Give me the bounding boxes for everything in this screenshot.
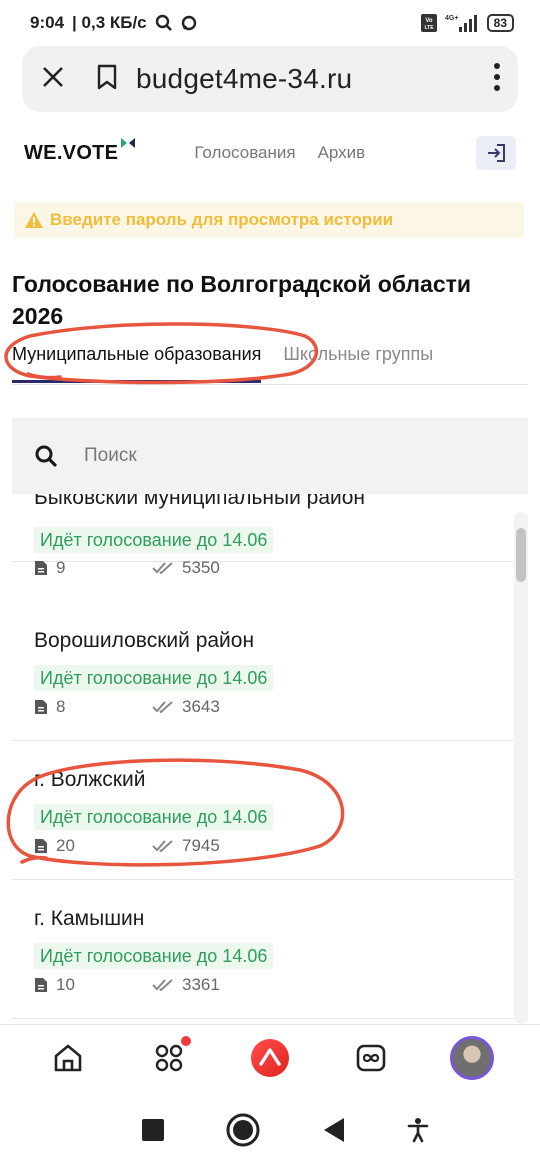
list-item[interactable]: г. Волжский Идёт голосование до 14.06 20… [12, 742, 516, 880]
scrollbar-thumb[interactable] [516, 528, 526, 582]
status-speed: | 0,3 КБ/с [72, 13, 147, 32]
main-nav: Голосования Архив [194, 143, 365, 163]
avatar [449, 1035, 494, 1080]
close-icon[interactable] [40, 64, 66, 95]
double-check-icon [152, 840, 173, 853]
alice-assistant-icon [250, 1038, 289, 1077]
votes-count: 7945 [182, 836, 220, 855]
logo-text: WE.VOTE [24, 141, 119, 164]
alice-button[interactable] [246, 1034, 294, 1082]
site-logo[interactable]: WE.VOTE [24, 137, 136, 165]
document-icon [35, 978, 47, 992]
url-text[interactable]: budget4me-34.ru [136, 63, 352, 95]
browser-bottom-bar [0, 1024, 540, 1090]
status-time: 9:04 [30, 13, 65, 32]
system-nav-bar [0, 1090, 540, 1170]
accessibility-icon[interactable] [407, 1117, 429, 1143]
apps-button[interactable] [145, 1034, 193, 1082]
logo-bowtie-icon [120, 132, 136, 155]
signal-icon: 4G+ [445, 13, 479, 33]
item-stats: 10 3361 [34, 975, 220, 995]
item-title: г. Камышин [34, 907, 145, 930]
docs-count: 20 [56, 836, 75, 855]
docs-count: 8 [56, 697, 66, 716]
status-badge: Идёт голосование до 14.06 [34, 665, 274, 691]
chat-bubble-icon [181, 15, 197, 31]
votes-count: 3361 [182, 975, 220, 994]
nav-votings[interactable]: Голосования [194, 143, 295, 163]
item-stats: 8 3643 [34, 697, 220, 717]
battery-indicator: 83 [486, 14, 514, 32]
browser-address-bar: budget4me-34.ru [22, 46, 518, 112]
item-title: Ворошиловский район [34, 629, 255, 652]
document-icon [35, 839, 47, 853]
double-check-icon [152, 562, 173, 575]
docs-count: 10 [56, 975, 75, 994]
home-icon [55, 1044, 82, 1071]
status-badge: Идёт голосование до 14.06 [34, 804, 274, 830]
list-item[interactable]: г. Камышин Идёт голосование до 14.06 10 … [12, 881, 516, 1019]
bookmark-icon[interactable] [96, 64, 118, 95]
search-box [12, 418, 528, 494]
history-warning-banner: Введите пароль для просмотра истории [14, 202, 524, 238]
tab-municipal[interactable]: Муниципальные образования [12, 340, 262, 383]
svg-text:Vo: Vo [425, 18, 433, 24]
home-button[interactable] [44, 1034, 92, 1082]
login-icon [488, 144, 505, 162]
municipality-list: Быковский муниципальный район Идёт голос… [12, 494, 516, 1024]
tabs: Муниципальные образования Школьные групп… [12, 340, 532, 384]
votes-count: 3643 [182, 697, 220, 716]
double-check-icon [152, 701, 173, 714]
page-title: Голосование по Волгоградской области 202… [12, 271, 472, 329]
login-button[interactable] [476, 136, 516, 170]
recents-icon[interactable] [141, 1118, 165, 1142]
list-item[interactable]: Ворошиловский район Идёт голосование до … [12, 603, 516, 741]
back-icon[interactable] [322, 1117, 346, 1143]
profile-button[interactable] [448, 1034, 496, 1082]
volte-icon: Vo LTE [420, 14, 437, 32]
warning-text: Введите пароль для просмотра истории [50, 210, 394, 229]
status-badge: Идёт голосование до 14.06 [34, 527, 274, 553]
tabs-button[interactable] [347, 1034, 395, 1082]
warning-icon [25, 212, 43, 228]
nav-archive[interactable]: Архив [318, 143, 366, 163]
list-item[interactable]: Быковский муниципальный район Идёт голос… [12, 494, 516, 577]
votes-count: 5350 [182, 558, 220, 577]
double-check-icon [152, 979, 173, 992]
item-stats: 9 5350 [34, 558, 220, 578]
infinity-tabs-icon [356, 1044, 386, 1071]
docs-count: 9 [56, 558, 66, 577]
item-stats: 20 7945 [34, 836, 220, 856]
svg-text:4G+: 4G+ [445, 15, 458, 22]
notification-dot [181, 1035, 192, 1046]
document-icon [35, 700, 47, 714]
svg-text:LTE: LTE [424, 25, 434, 31]
search-icon [155, 14, 173, 32]
more-vert-icon[interactable] [492, 62, 502, 97]
item-title: Быковский муниципальный район [34, 494, 366, 509]
status-bar: 9:04 | 0,3 КБ/с Vo LTE 4G+ 83 [0, 0, 540, 46]
home-circle-icon[interactable] [226, 1113, 260, 1147]
search-input[interactable] [84, 445, 464, 467]
tab-school-groups[interactable]: Школьные группы [283, 340, 433, 368]
site-header: WE.VOTE Голосования Архив [0, 124, 540, 182]
document-icon [35, 561, 47, 575]
grid-icon [155, 1044, 183, 1071]
tabs-divider [12, 384, 528, 385]
item-title: г. Волжский [34, 768, 146, 791]
search-icon [35, 445, 57, 467]
status-badge: Идёт голосование до 14.06 [34, 943, 274, 969]
scrollbar-track[interactable] [514, 512, 528, 1024]
